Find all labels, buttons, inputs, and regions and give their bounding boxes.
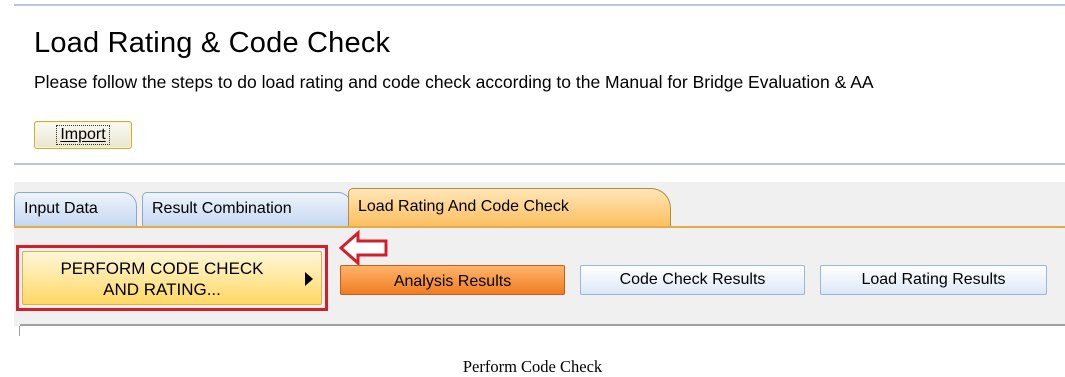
analysis-results-button[interactable]: Analysis Results (340, 265, 565, 295)
tab-underline (14, 226, 1065, 228)
panel-border (20, 324, 1065, 326)
page-description: Please follow the steps to do load ratin… (34, 72, 874, 92)
tab-strip: Input Data Result Combination Load Ratin… (14, 182, 1065, 238)
import-button-label: Import (56, 125, 110, 145)
panel-border-left (19, 326, 20, 336)
perform-label-line-1: PERFORM CODE CHECK (60, 259, 264, 278)
import-button[interactable]: Import (34, 121, 132, 149)
toolbar: PERFORM CODE CHECK AND RATING... Analysi… (14, 229, 1065, 326)
section-divider (14, 163, 1065, 165)
load-rating-results-button[interactable]: Load Rating Results (820, 265, 1047, 295)
perform-code-check-button[interactable]: PERFORM CODE CHECK AND RATING... (22, 251, 322, 305)
tab-result-combination[interactable]: Result Combination (142, 192, 352, 226)
figure-caption: Perform Code Check (462, 357, 603, 376)
page-title: Load Rating & Code Check (34, 27, 391, 59)
tab-load-rating-and-code-check[interactable]: Load Rating And Code Check (348, 188, 671, 226)
top-divider (14, 4, 1065, 6)
tab-input-data[interactable]: Input Data (14, 192, 137, 226)
left-arrow-outline-icon (338, 229, 388, 267)
perform-label-line-2: AND RATING... (103, 280, 221, 299)
triangle-right-icon (305, 272, 313, 286)
code-check-results-button[interactable]: Code Check Results (580, 265, 805, 295)
perform-button-label: PERFORM CODE CHECK AND RATING... (37, 258, 287, 300)
